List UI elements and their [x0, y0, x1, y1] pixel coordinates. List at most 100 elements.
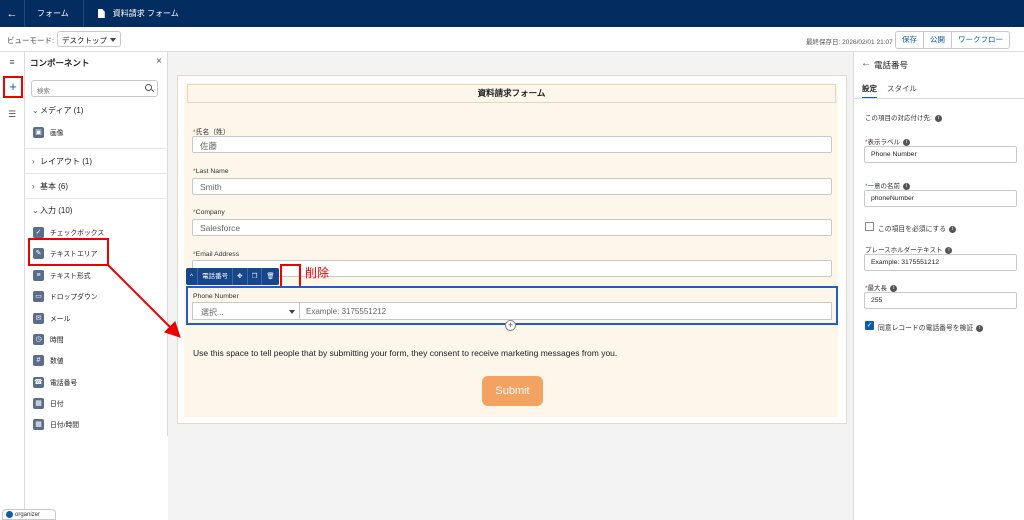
breadcrumb-form-name: 資料請求 フォーム	[112, 9, 179, 18]
country-code-placeholder: 選択...	[201, 308, 224, 317]
placeholder-input[interactable]: Example: 3175551212	[864, 254, 1017, 271]
section-layout-label: レイアウト (1)	[40, 157, 92, 166]
move-icon[interactable]: ✥	[233, 268, 248, 285]
outline-icon[interactable]: ≡	[6, 57, 18, 67]
component-item-checkbox[interactable]: ✓ チェックボックス	[33, 225, 104, 239]
info-icon: i	[890, 284, 898, 292]
back-arrow-icon[interactable]: ←	[861, 58, 871, 69]
annotation-highlight-textarea	[28, 238, 109, 266]
collapse-icon[interactable]: ^	[186, 268, 199, 285]
calendar-icon: ▦	[33, 397, 44, 409]
section-layout[interactable]: › レイアウト (1)	[25, 156, 168, 167]
chevron-down-icon: ⌄	[32, 106, 39, 115]
unique-name-label: *一意の名前 i	[865, 180, 911, 190]
field-label-last-name-jp: *氏名（姓）	[193, 129, 230, 136]
field-toolbar: ^ 電話番号 ✥ ❐ 🗑	[186, 268, 279, 285]
breadcrumb-forms[interactable]: フォーム	[25, 8, 83, 19]
component-item-label: 数値	[50, 358, 64, 365]
close-icon[interactable]: ×	[156, 56, 162, 67]
email-icon: ✉	[33, 312, 44, 324]
component-item-image[interactable]: ▣ 画像	[33, 125, 64, 139]
editor-toolbar: ビューモード: デスクトップ 最終保存日: 2026/02/01 21:07 保…	[0, 27, 1024, 52]
panel-title: コンポーネント	[30, 58, 90, 68]
add-field-icon[interactable]: +	[505, 320, 516, 331]
number-icon: #	[33, 354, 44, 366]
component-item-time[interactable]: ◷ 時間	[33, 332, 64, 346]
component-item-label: チェックボックス	[50, 230, 105, 237]
component-item-label: 画像	[50, 130, 64, 137]
workflow-button[interactable]: ワークフロー	[951, 32, 1009, 48]
form-title[interactable]: 資料請求フォーム	[187, 84, 836, 103]
mapping-label: この項目の対応付け先: i	[865, 112, 942, 122]
component-item-richtext[interactable]: ≡ テキスト形式	[33, 268, 91, 282]
submit-button[interactable]: Submit	[482, 376, 543, 406]
phone-icon: ☎	[33, 376, 44, 388]
component-item-email[interactable]: ✉ メール	[33, 311, 70, 325]
add-component-button[interactable]: +	[3, 76, 23, 98]
placeholder-label: プレースホルダーテキスト i	[865, 244, 953, 254]
verify-phone-checkbox[interactable]: ✓	[865, 321, 874, 330]
max-length-label: *最大長 i	[865, 282, 898, 292]
component-item-datetime[interactable]: ▦ 日付/時間	[33, 417, 79, 431]
component-item-phone[interactable]: ☎ 電話番号	[33, 375, 77, 389]
richtext-icon: ≡	[33, 269, 44, 281]
section-input-label: 入力 (10)	[40, 206, 73, 215]
country-code-select[interactable]: 選択...	[192, 302, 300, 320]
image-icon: ▣	[33, 126, 44, 138]
section-media[interactable]: ⌄メディア (1)	[25, 105, 168, 116]
section-media-label: メディア (1)	[40, 106, 84, 115]
component-item-date[interactable]: ▦ 日付	[33, 396, 64, 410]
divider	[25, 198, 168, 199]
view-mode-label: ビューモード:	[7, 36, 55, 45]
section-input[interactable]: ⌄入力 (10)	[25, 205, 168, 216]
chevron-down-icon	[289, 310, 295, 314]
phone-label: Phone Number	[193, 293, 239, 300]
copy-icon[interactable]: ❐	[248, 268, 263, 285]
unique-name-input[interactable]: phoneNumber	[864, 190, 1017, 207]
section-basic[interactable]: › 基本 (6)	[25, 181, 168, 192]
display-label-label: *表示ラベル i	[865, 136, 911, 146]
info-icon: i	[903, 138, 911, 146]
calendar-clock-icon: ▦	[33, 418, 44, 430]
field-input-company[interactable]: Salesforce	[192, 219, 832, 236]
section-basic-label: 基本 (6)	[40, 182, 68, 191]
info-icon: i	[949, 225, 957, 233]
info-icon: i	[945, 246, 953, 254]
field-label-last-name: *Last Name	[193, 168, 229, 175]
top-bar: ← フォーム 資料請求 フォーム	[0, 0, 1024, 27]
divider	[82, 0, 84, 27]
tab-style[interactable]: スタイル	[887, 83, 917, 94]
consent-text: Use this space to tell people that by su…	[193, 348, 618, 358]
required-checkbox[interactable]	[865, 222, 874, 231]
component-item-label: 日付	[50, 401, 64, 408]
layers-icon[interactable]: ☰	[6, 109, 18, 120]
field-input-last-name[interactable]: Smith	[192, 178, 832, 195]
publish-button[interactable]: 公開	[923, 32, 951, 48]
component-item-number[interactable]: # 数値	[33, 353, 64, 367]
dropdown-icon: ▭	[33, 290, 44, 302]
checkbox-icon: ✓	[33, 226, 44, 238]
display-label-input[interactable]: Phone Number	[864, 146, 1017, 163]
annotation-highlight-delete	[280, 264, 301, 288]
properties-title: 電話番号	[874, 60, 909, 70]
view-mode-select[interactable]: デスクトップ	[57, 31, 121, 47]
document-icon	[97, 9, 105, 18]
field-type-phone: 電話番号	[198, 268, 234, 285]
component-item-label: 電話番号	[50, 380, 78, 387]
component-item-label: 日付/時間	[50, 422, 80, 429]
tab-settings[interactable]: 設定	[862, 83, 877, 99]
save-button[interactable]: 保存	[896, 32, 923, 48]
delete-icon[interactable]: 🗑	[262, 268, 278, 285]
component-search-input[interactable]: 検索	[31, 80, 158, 97]
component-item-dropdown[interactable]: ▭ ドロップダウン	[33, 289, 98, 303]
max-length-input[interactable]: 255	[864, 292, 1017, 309]
back-arrow-icon[interactable]: ←	[0, 8, 24, 20]
organizer-badge[interactable]: organizer	[2, 509, 56, 520]
component-item-label: テキスト形式	[50, 273, 91, 280]
chevron-right-icon: ›	[32, 182, 35, 191]
clock-icon: ◷	[33, 333, 44, 345]
component-item-label: ドロップダウン	[50, 294, 98, 301]
phone-number-input[interactable]: Example: 3175551212	[299, 302, 832, 320]
field-input-last-name-jp[interactable]: 佐藤	[192, 136, 832, 153]
chevron-down-icon	[110, 38, 116, 42]
